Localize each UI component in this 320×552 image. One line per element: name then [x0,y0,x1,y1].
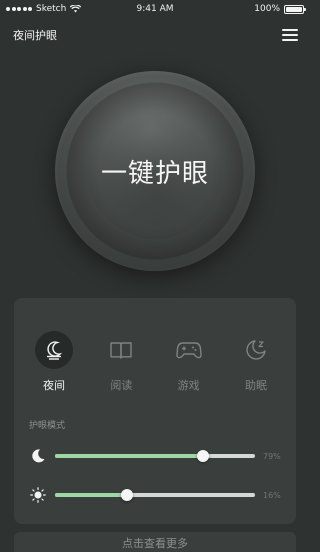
slider-fill [55,454,203,458]
app-header: 夜间护眼 [0,24,310,46]
slider-thumb[interactable] [121,489,133,501]
sun-brightness-icon [29,487,47,503]
wifi-icon [70,5,82,13]
gamepad-icon [170,331,208,369]
book-icon [102,331,140,369]
brightness-value: 16% [263,490,281,500]
view-more-button[interactable]: 点击查看更多 [14,532,296,552]
mode-night[interactable]: 夜间 [28,331,80,393]
mode-night-label: 夜间 [43,379,65,392]
status-right: 100% [254,4,306,14]
hamburger-menu-icon[interactable] [282,28,298,42]
crescent-moon-icon [29,448,47,464]
carrier-name: Sketch [36,4,67,14]
night-lamp-icon [35,331,73,369]
battery-percent: 100% [254,4,280,14]
mode-selector: 夜间 阅读 游戏 助眠 [28,331,282,393]
one-click-eye-care-label: 一键护眼 [100,158,209,189]
page-title: 夜间护眼 [13,29,57,42]
night-intensity-slider-row: 79% [29,448,284,464]
night-intensity-value: 79% [263,451,281,461]
brightness-slider-row: 16% [29,487,284,503]
eye-care-mode-label: 护眼模式 [29,421,66,431]
night-intensity-slider[interactable] [55,450,255,462]
brightness-slider[interactable] [55,489,255,501]
mode-reading-label: 阅读 [110,379,133,392]
slider-fill [55,493,127,497]
mode-sleep-label: 助眠 [244,379,267,392]
slider-thumb[interactable] [197,450,209,462]
one-click-eye-care-button[interactable]: 一键护眼 [55,71,255,271]
signal-strength-icon [6,7,32,11]
mode-gaming[interactable]: 游戏 [163,331,215,393]
status-left: Sketch [6,4,82,14]
status-bar: Sketch 9:41 AM 100% [0,0,310,18]
moon-sleep-icon [237,331,275,369]
mode-gaming-label: 游戏 [177,379,200,392]
mode-sleep[interactable]: 助眠 [230,331,282,393]
mode-reading[interactable]: 阅读 [95,331,147,393]
mode-panel: 夜间 阅读 游戏 助眠 护眼模式 79% 16% [14,298,296,524]
battery-icon [284,4,306,14]
